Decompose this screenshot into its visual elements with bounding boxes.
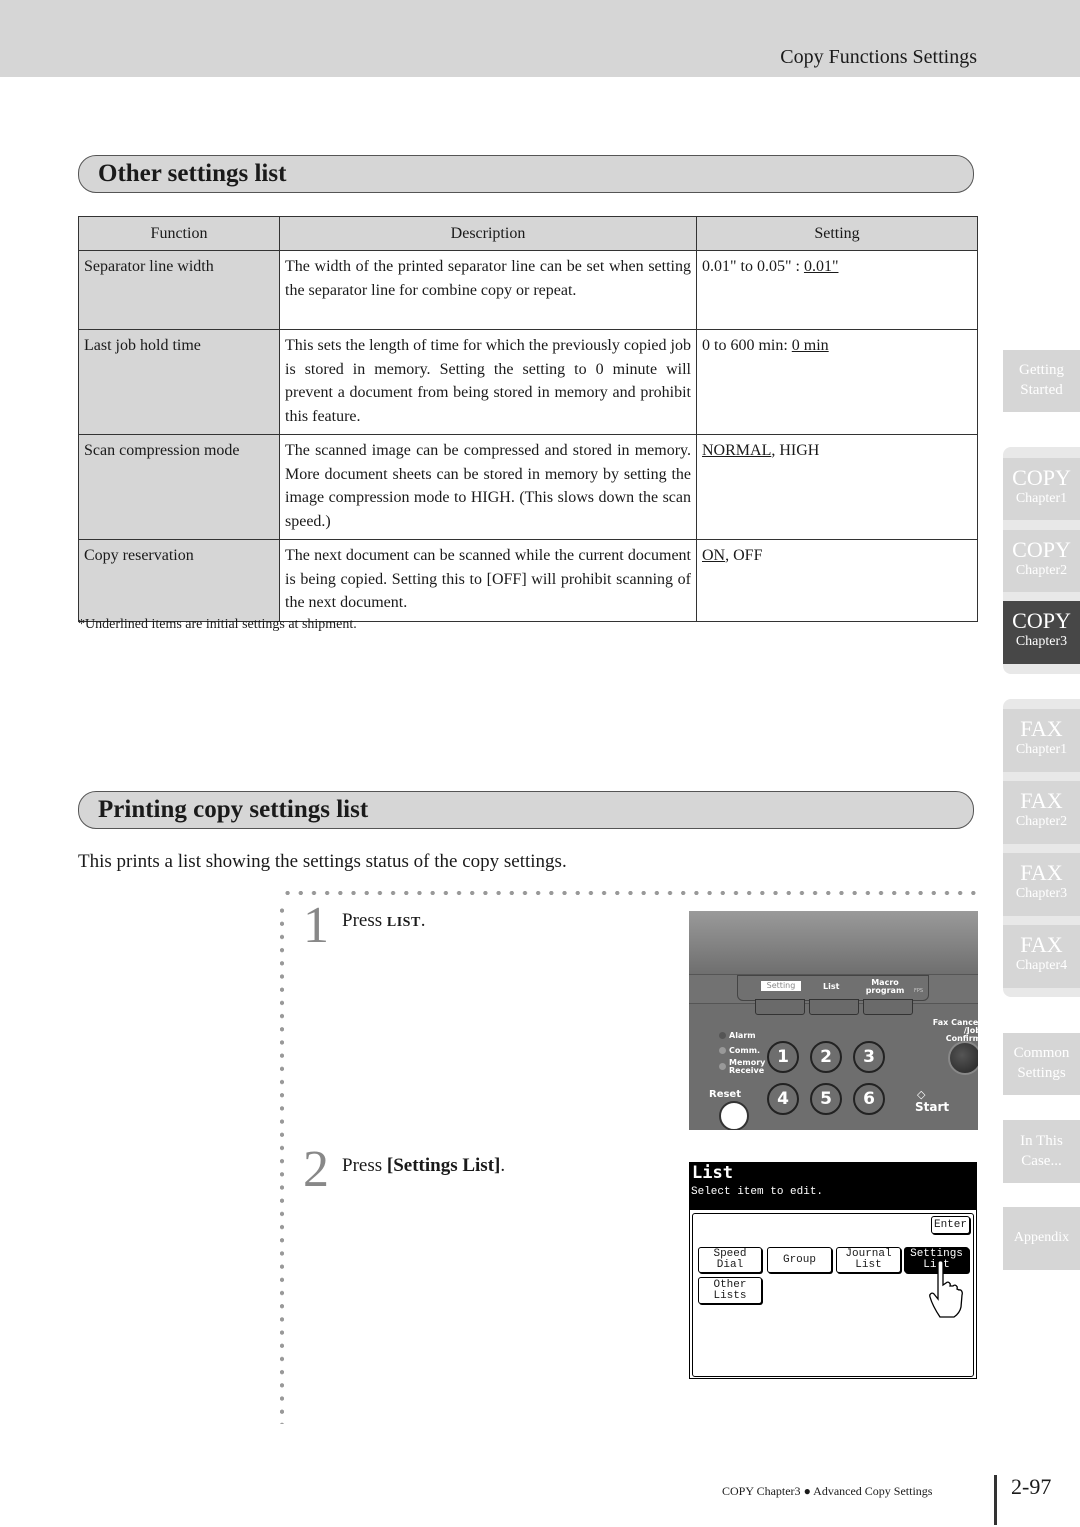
group-button[interactable]: Group	[767, 1247, 832, 1273]
table-header-row: Function Description Setting	[78, 216, 978, 251]
setting-cell: NORMAL, HIGH	[696, 434, 978, 540]
description-cell: The next document can be scanned while t…	[279, 539, 697, 622]
touch-screen-image: List Select item to edit. Enter Speed Di…	[689, 1162, 977, 1379]
alarm-led-icon	[719, 1032, 726, 1039]
key-name: [Settings List]	[386, 1155, 501, 1176]
default-value: 0.01"	[803, 258, 839, 275]
sidebar-item-fax-chapter3[interactable]: FAX Chapter3	[1003, 853, 1080, 916]
table-footnote: *Underlined items are initial settings a…	[78, 617, 357, 632]
screen-title: List	[692, 1163, 733, 1183]
pointing-hand-icon	[929, 1260, 963, 1318]
step-1-text: Press LIST.	[342, 910, 426, 931]
column-header-setting: Setting	[696, 216, 978, 251]
intro-text: This prints a list showing the settings …	[78, 851, 567, 872]
setting-key[interactable]	[755, 999, 805, 1015]
reset-button[interactable]	[719, 1101, 749, 1130]
sidebar-item-in-this-case[interactable]: In This Case...	[1003, 1120, 1080, 1183]
memory-receive-led-icon	[719, 1063, 726, 1070]
other-lists-button[interactable]: Other Lists	[698, 1277, 762, 1304]
key-6[interactable]: 6	[853, 1083, 885, 1115]
bullet-icon: ●	[803, 1484, 811, 1498]
step-number: 1	[303, 897, 329, 954]
description-cell: The width of the printed separator line …	[279, 250, 697, 330]
function-cell: Last job hold time	[78, 329, 280, 435]
key-2[interactable]: 2	[810, 1041, 842, 1073]
footer-divider	[994, 1475, 997, 1525]
list-key[interactable]	[809, 999, 859, 1015]
column-header-function: Function	[78, 216, 280, 251]
section-title: Copy Functions Settings	[780, 46, 977, 68]
description-cell: The scanned image can be compressed and …	[279, 434, 697, 540]
setting-cell: 0.01" to 0.05" : 0.01"	[696, 250, 978, 330]
sidebar-item-fax-chapter4[interactable]: FAX Chapter4	[1003, 925, 1080, 988]
dotted-divider	[281, 891, 981, 895]
fax-cancel-button[interactable]	[948, 1041, 978, 1075]
table-row: Copy reservation The next document can b…	[78, 539, 978, 622]
sidebar-item-getting-started[interactable]: Getting Started	[1003, 350, 1080, 412]
macro-program-label: Macro program	[865, 978, 905, 995]
screen-subtitle: Select item to edit.	[691, 1186, 824, 1198]
function-cell: Copy reservation	[78, 539, 280, 622]
dotted-divider-vertical	[280, 904, 284, 1424]
key-3[interactable]: 3	[853, 1041, 885, 1073]
sidebar-item-fax-chapter1[interactable]: FAX Chapter1	[1003, 709, 1080, 772]
sidebar-item-common-settings[interactable]: Common Settings	[1003, 1033, 1080, 1095]
step-number: 2	[303, 1141, 329, 1198]
key-5[interactable]: 5	[810, 1083, 842, 1115]
enter-button[interactable]: Enter	[931, 1216, 970, 1234]
comm-led-icon	[719, 1047, 726, 1054]
description-cell: This sets the length of time for which t…	[279, 329, 697, 435]
other-settings-table: Function Description Setting Separator l…	[78, 216, 978, 622]
sidebar-item-copy-chapter1[interactable]: COPY Chapter1	[1003, 458, 1080, 520]
default-value: 0 min	[791, 337, 829, 354]
step-2-text: Press [Settings List].	[342, 1155, 506, 1176]
other-settings-heading: Other settings list	[78, 155, 974, 193]
setting-label: Setting	[761, 981, 801, 991]
sidebar-item-copy-chapter3[interactable]: COPY Chapter3	[1003, 601, 1080, 664]
journal-list-button[interactable]: Journal List	[836, 1247, 901, 1273]
default-value: NORMAL	[702, 442, 772, 459]
operation-panel-image: Setting List Macro program FPS Fax Cance…	[689, 911, 978, 1130]
sidebar-item-appendix[interactable]: Appendix	[1003, 1207, 1080, 1270]
start-diamond-icon: ◇	[917, 1088, 926, 1101]
table-row: Separator line width The width of the pr…	[78, 250, 978, 330]
table-row: Last job hold time This sets the length …	[78, 329, 978, 435]
key-name: LIST	[386, 915, 421, 930]
sidebar-item-fax-chapter2[interactable]: FAX Chapter2	[1003, 781, 1080, 844]
function-cell: Separator line width	[78, 250, 280, 330]
key-4[interactable]: 4	[767, 1083, 799, 1115]
panel-lid	[689, 911, 978, 975]
default-value: ON	[702, 547, 726, 564]
macro-program-key[interactable]	[863, 999, 913, 1015]
fax-cancel-label: Fax Cancel /Job Confirm	[932, 1018, 978, 1043]
table-row: Scan compression mode The scanned image …	[78, 434, 978, 540]
column-header-description: Description	[279, 216, 697, 251]
printing-heading: Printing copy settings list	[78, 791, 974, 829]
list-label: List	[823, 982, 840, 991]
footer-breadcrumb: COPY Chapter3 ● Advanced Copy Settings	[722, 1484, 933, 1498]
setting-cell: ON, OFF	[696, 539, 978, 622]
reset-label: Reset	[709, 1089, 741, 1100]
speed-dial-button[interactable]: Speed Dial	[698, 1247, 762, 1273]
function-cell: Scan compression mode	[78, 434, 280, 540]
setting-cell: 0 to 600 min: 0 min	[696, 329, 978, 435]
page-number: 2-97	[1011, 1474, 1052, 1499]
start-label: Start	[915, 1100, 950, 1114]
key-1[interactable]: 1	[767, 1041, 799, 1073]
sidebar-item-copy-chapter2[interactable]: COPY Chapter2	[1003, 530, 1080, 592]
